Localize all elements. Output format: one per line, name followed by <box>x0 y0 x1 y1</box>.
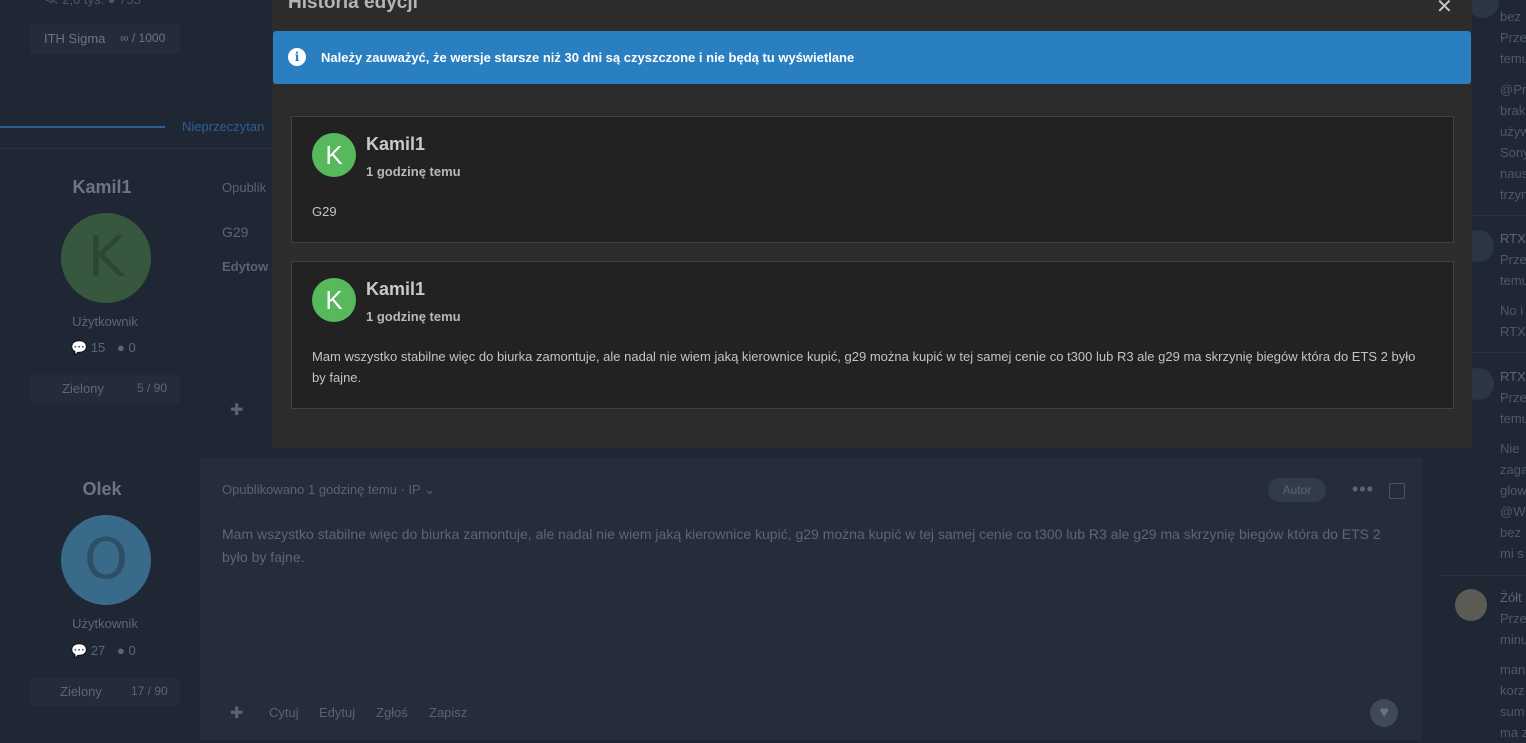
rank-value: 5 / 90 <box>137 381 168 395</box>
user-role: Użytkownik <box>72 616 138 631</box>
post-panel <box>200 458 1422 740</box>
post-count-value: 27 <box>90 643 106 658</box>
more-options-icon[interactable]: ••• <box>1352 479 1374 500</box>
edit-button[interactable]: Edytuj <box>319 705 355 720</box>
report-button[interactable]: Zgłoś <box>376 705 408 720</box>
version-author[interactable]: Kamil1 <box>366 279 425 300</box>
save-button[interactable]: Zapisz <box>429 705 467 720</box>
sidebar-item-text: man korz sum ma z <box>1500 662 1526 740</box>
previous-post-stats: ≪ 2,0 tys. ● 755 <box>45 0 141 8</box>
reputation: ● 0 <box>117 340 136 355</box>
ith-value: ∞ / 1000 <box>120 31 166 45</box>
avatar[interactable]: K <box>312 133 356 177</box>
select-checkbox[interactable] <box>1389 483 1405 499</box>
post-author-name[interactable]: Kamil1 <box>2 177 202 198</box>
info-icon: i <box>288 48 306 66</box>
reputation: ● 0 <box>117 643 136 658</box>
info-message-text: Należy zauważyć, że wersje starsze niż 3… <box>321 50 855 65</box>
post-meta: Opublik <box>222 180 267 195</box>
modal-title: Historia edycji <box>288 0 418 13</box>
sidebar-item-text[interactable]: bez Prze temu <box>1500 6 1526 69</box>
sidebar-item-text[interactable]: RTX Prze temu <box>1500 366 1526 429</box>
rank-label: Zielony <box>62 381 104 396</box>
close-icon[interactable]: ✕ <box>1436 0 1453 19</box>
version-time: 1 godzinę temu <box>366 309 461 324</box>
version-content: Mam wszystko stabilne więc do biurka zam… <box>312 349 1416 385</box>
post-content: Mam wszystko stabilne więc do biurka zam… <box>222 526 1381 565</box>
version-content: G29 <box>312 204 337 219</box>
avatar[interactable] <box>1455 589 1487 621</box>
version-time: 1 godzinę temu <box>366 164 461 179</box>
edited-note[interactable]: Edytow <box>222 259 268 274</box>
post-count: 💬 27 <box>71 643 105 659</box>
quote-button[interactable]: Cytuj <box>269 705 299 720</box>
sidebar-item-text[interactable]: Żółt Prze minu <box>1500 587 1526 650</box>
reputation-value: 0 <box>128 340 136 355</box>
reputation-value: 0 <box>128 643 136 658</box>
plus-icon[interactable]: ✚ <box>230 400 243 420</box>
user-role: Użytkownik <box>72 314 138 329</box>
version-author[interactable]: Kamil1 <box>366 134 425 155</box>
plus-icon[interactable]: ✚ <box>230 703 243 723</box>
sidebar-item-text: Nie zaga glow @W bez mi s <box>1500 441 1526 561</box>
rank-value: 17 / 90 <box>131 684 168 698</box>
sidebar-item-text: @Pr brak używ Sony naus trzyn <box>1500 82 1526 202</box>
tab-active-indicator <box>0 126 165 128</box>
post-meta[interactable]: Opublikowano 1 godzinę temu · IP ⌄ <box>222 482 435 498</box>
rank-label: Zielony <box>60 684 102 699</box>
heart-icon[interactable]: ♥ <box>1370 699 1398 727</box>
comments-icon: 💬 <box>71 643 88 658</box>
post-count-value: 15 <box>90 340 106 355</box>
version-card <box>291 116 1454 243</box>
avatar[interactable]: K <box>312 278 356 322</box>
post-content: G29 <box>222 224 249 240</box>
avatar[interactable]: K <box>61 213 151 303</box>
ith-label: ITH Sigma <box>44 31 106 46</box>
divider <box>1440 575 1526 576</box>
sidebar-item-text: No i RTX <box>1500 303 1526 339</box>
reputation-icon: ● <box>117 340 125 355</box>
post-count: 💬 15 <box>71 340 105 356</box>
tab-unread[interactable]: Nieprzeczytan <box>182 119 264 134</box>
avatar[interactable]: O <box>61 515 151 605</box>
comments-icon: 💬 <box>71 340 88 355</box>
post-author-name[interactable]: Olek <box>2 479 202 500</box>
sidebar-item-text[interactable]: RTX Prze temu <box>1500 228 1526 291</box>
author-badge: Autor <box>1268 478 1326 502</box>
reputation-icon: ● <box>117 643 125 658</box>
